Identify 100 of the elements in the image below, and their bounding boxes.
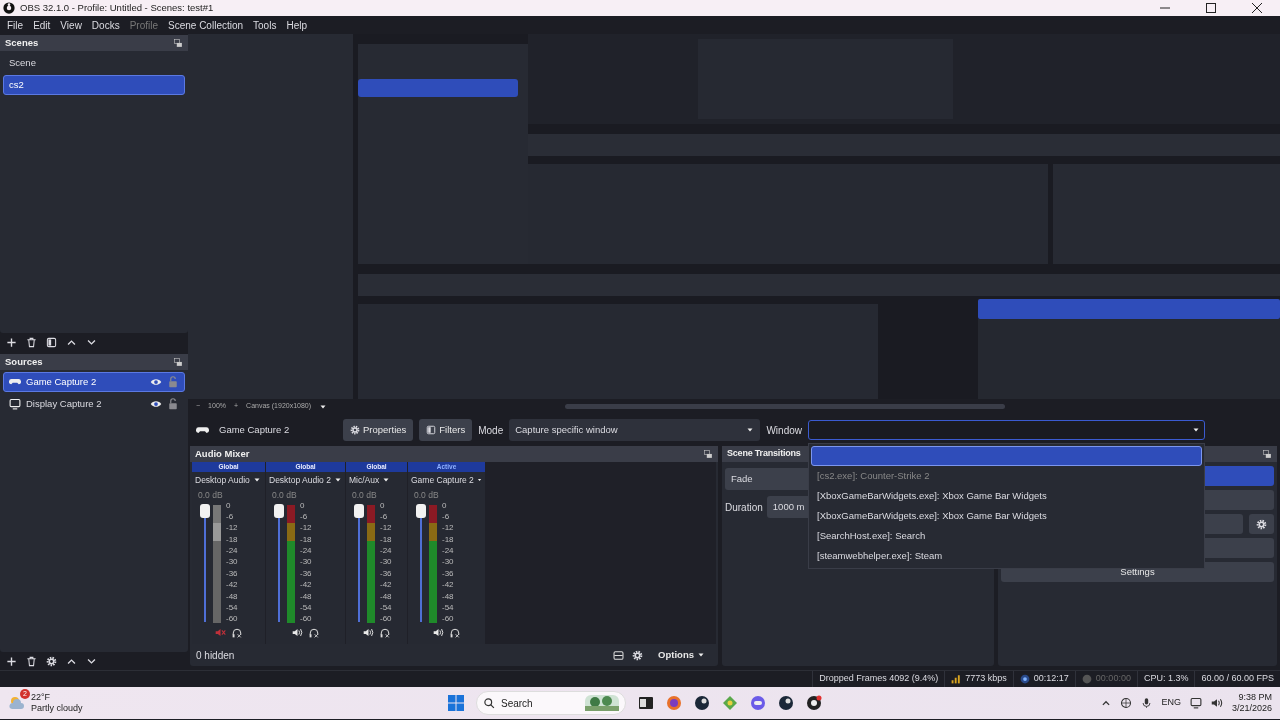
dock-float-icon[interactable] [704,449,713,459]
slider-thumb[interactable] [416,503,426,518]
dropdown-option[interactable]: [SearchHost.exe]: Search [811,526,1202,546]
disc-icon[interactable] [694,695,710,711]
start-icon[interactable] [448,695,464,711]
dock-title: Audio Mixer [195,446,250,461]
disc-icon[interactable] [778,695,794,711]
muted-speaker-icon[interactable] [215,627,226,638]
channel-menu[interactable]: Mic/Aux [346,472,407,487]
scale-label: -36 [442,569,454,578]
dock-float-icon[interactable] [174,38,183,48]
slider-thumb[interactable] [274,503,284,518]
gears-icon[interactable] [632,649,644,661]
volume-slider[interactable] [356,503,362,622]
scale-label: -24 [300,547,312,556]
dock-float-icon[interactable] [1263,449,1272,459]
scale-label: -42 [300,581,312,590]
menu-item[interactable]: Scene Collection [163,17,249,33]
network-icon[interactable] [1120,697,1133,709]
unlocked-icon[interactable] [167,398,179,410]
filters-button[interactable]: Filters [419,419,473,441]
menu-item[interactable]: Help [281,17,312,33]
volume-reading: 0.0 dB [197,488,224,502]
scene-item[interactable]: cs2 [3,75,185,95]
dock-title: Scenes [5,35,39,50]
speaker-icon[interactable] [292,627,303,638]
record-app-icon[interactable] [806,695,822,711]
volume-slider[interactable] [418,503,424,622]
menu-item[interactable]: Edit [28,17,56,33]
add-icon[interactable] [6,655,17,667]
settings-gear-button[interactable] [1249,514,1274,534]
headphones-icon[interactable] [380,627,390,638]
eye-icon[interactable] [150,398,162,410]
headphones-icon[interactable] [450,627,460,638]
scene-item[interactable]: Scene [3,53,185,73]
scrollbar[interactable] [565,404,1006,409]
clock-date[interactable]: 3/21/2026 [1231,703,1272,714]
mode-label: Mode [478,423,504,438]
dropdown-option[interactable]: [XboxGameBarWidgets.exe]: Xbox Game Bar Widgets [811,486,1202,506]
chevron-up-icon[interactable] [1101,698,1112,708]
bitrate: 7773 kbps [965,672,1007,686]
menu-item[interactable]: View [55,17,87,33]
settings-icon[interactable] [46,655,57,667]
delete-icon[interactable] [26,655,37,667]
scale-label: -48 [226,592,238,601]
window-label: Window [766,423,802,438]
signal-icon [951,674,962,684]
filter-icon[interactable] [46,336,57,348]
scale-label: 0 [226,501,232,510]
menu-item[interactable]: Tools [248,17,282,33]
delete-icon[interactable] [26,336,37,348]
scale-label: -30 [442,558,454,567]
slider-thumb[interactable] [354,503,364,518]
scale-label: -6 [300,512,309,521]
microphone-icon[interactable] [1141,697,1153,709]
scale-label: -12 [380,524,392,533]
scale-label: -12 [442,524,454,533]
clock-time[interactable]: 9:38 PM [1231,692,1272,703]
scale-label: -18 [442,535,454,544]
scale-label: -12 [226,524,238,533]
channel-menu[interactable]: Game Capture 2 [408,472,485,487]
channel-menu[interactable]: Desktop Audio [192,472,265,487]
headphones-icon[interactable] [309,627,319,638]
layout-icon[interactable] [613,649,625,661]
search-field[interactable]: Search [476,691,626,715]
hidden-count: 0 hidden [196,648,235,663]
slider-thumb[interactable] [200,503,210,518]
dock-float-icon[interactable] [174,357,183,367]
add-icon[interactable] [6,336,17,348]
gear-icon [1256,518,1267,530]
scale-label: -42 [442,581,454,590]
eye-icon[interactable] [150,376,162,388]
menu-item[interactable]: Docks [86,17,125,33]
volume-slider[interactable] [202,503,208,622]
speaker-icon[interactable] [363,627,374,638]
scale-label: -24 [226,547,238,556]
speaker-icon[interactable] [433,627,444,638]
speaker-icon[interactable] [1210,697,1223,709]
mode-select[interactable]: Capture specific window [509,419,761,441]
scale-label: -54 [300,604,312,612]
dropdown-option[interactable]: [XboxGameBarWidgets.exe]: Xbox Game Bar Widgets [811,506,1202,526]
caret-icon [1192,426,1200,434]
volume-slider[interactable] [276,503,282,622]
monitor-icon [9,398,21,410]
source-item[interactable]: Game Capture 2 [3,372,185,392]
chat-bubble-icon[interactable] [750,695,766,711]
options-button[interactable]: Options [651,644,712,666]
source-item[interactable]: Display Capture 2 [3,394,185,414]
dropdown-option[interactable] [811,446,1202,466]
scale-label: -60 [380,615,392,624]
language-indicator[interactable]: ENG [1161,696,1181,710]
menu-item[interactable]: File [2,17,29,33]
scale-label: -60 [300,615,312,624]
display-icon[interactable] [1189,697,1202,709]
properties-button[interactable]: Properties [343,419,414,441]
window-select[interactable] [808,420,1205,440]
headphones-icon[interactable] [232,627,242,638]
terminal-icon[interactable] [638,695,654,711]
scale-label: -6 [442,512,451,521]
channel-menu[interactable]: Desktop Audio 2 [266,472,345,487]
